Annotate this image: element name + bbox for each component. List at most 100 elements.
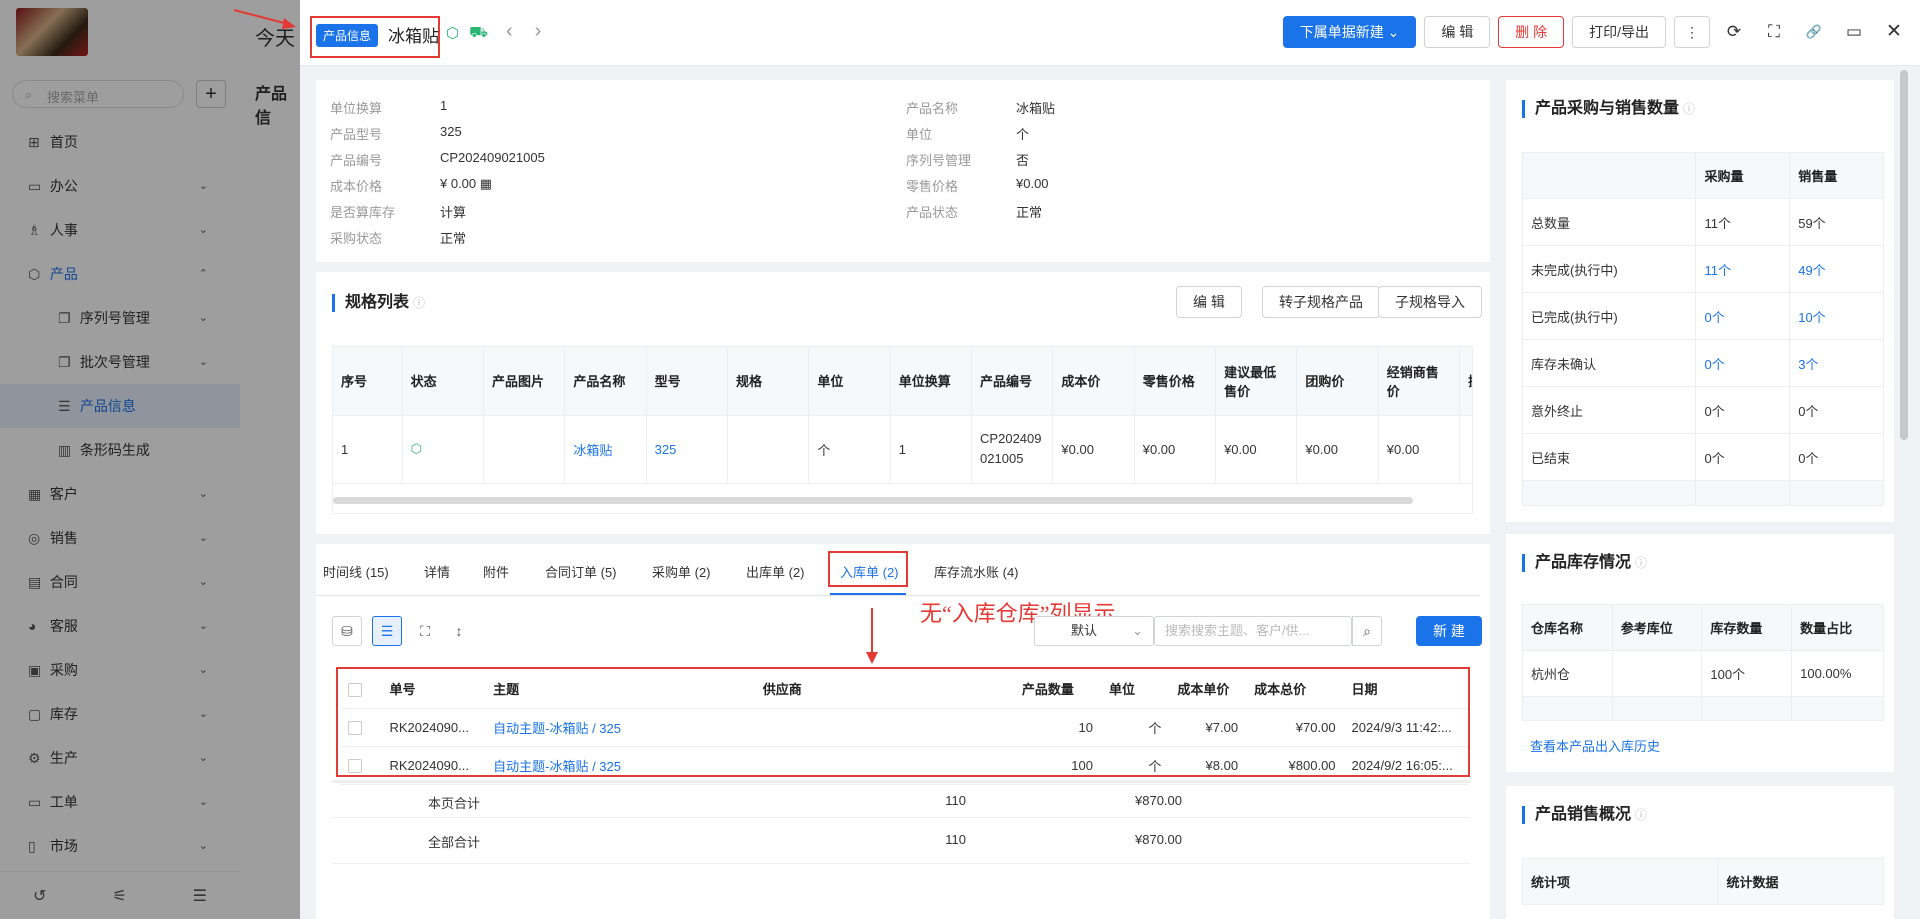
sidebar-item-service[interactable]: ◕ 客服 ⌄ (0, 604, 240, 648)
info-value: 冰箱贴 (1016, 101, 1056, 116)
tab-details[interactable]: 详情 (424, 562, 450, 581)
sidebar-item-product-info[interactable]: ☰ 产品信息 (0, 384, 240, 428)
more-icon[interactable]: ⋮ (1674, 16, 1710, 48)
history-icon[interactable]: ↺ (33, 886, 46, 906)
column-header: 产品名称 (564, 347, 647, 416)
subject-link[interactable]: 自动主题-冰箱贴 / 325 (485, 708, 755, 747)
settings-icon[interactable]: ⚟ (112, 886, 126, 906)
sales-overview-title-text: 产品销售概况 (1535, 806, 1632, 823)
tab-outbound[interactable]: 出库单 (2) (746, 562, 805, 581)
purchase-qty-link[interactable]: 0个 (1695, 292, 1791, 340)
purchase-qty-link[interactable]: 11个 (1695, 245, 1791, 293)
table-cell: 个 (1100, 708, 1170, 747)
new-inbound-button[interactable]: 新 建 (1416, 616, 1482, 646)
all-total-amount: ¥870.00 (1135, 832, 1182, 847)
refresh-icon[interactable]: ⟳ (1718, 16, 1750, 48)
column-header: 成本价 (1052, 347, 1135, 416)
sidebar-item-label: 产品 (49, 266, 78, 282)
info-value: 计算 (440, 205, 467, 220)
home-icon: ⊞ (28, 134, 40, 150)
search-input[interactable]: 搜索搜索主题、客户/供... (1154, 616, 1352, 646)
purchase-qty-link[interactable]: 0个 (1695, 339, 1791, 387)
product-name-link[interactable]: 冰箱贴 (564, 415, 647, 484)
spec-edit-button[interactable]: 编 辑 (1176, 286, 1242, 318)
sales-qty-link[interactable]: 10个 (1789, 292, 1884, 340)
table-cell: 59个 (1789, 198, 1884, 246)
sidebar-item-contract[interactable]: ▤ 合同 ⌄ (0, 560, 240, 604)
collapse-menu-icon[interactable]: ☰ (193, 886, 207, 906)
info-label: 序列号管理 (906, 153, 972, 168)
window-icon[interactable]: ▭ (1838, 16, 1870, 48)
select-all-checkbox[interactable] (348, 682, 362, 697)
subject-link[interactable]: 自动主题-冰箱贴 / 325 (485, 746, 755, 785)
table-row[interactable]: RK2024090... 自动主题-冰箱贴 / 325 100 个 ¥8.00 … (340, 746, 1468, 785)
sidebar-item-batch[interactable]: ❐ 批次号管理 ⌄ (0, 340, 240, 384)
help-icon: ⓘ (1635, 808, 1648, 822)
info-value: 1 (440, 98, 448, 113)
sidebar-item-sales[interactable]: ◎ 销售 ⌄ (0, 516, 240, 560)
sidebar-item-serial[interactable]: ❐ 序列号管理 ⌄ (0, 296, 240, 340)
table-cell: 杭州仓 (1522, 650, 1613, 697)
add-menu-button[interactable]: + (196, 80, 226, 108)
status-icon: ⬡ (402, 415, 484, 484)
delete-button[interactable]: 删 除 (1498, 16, 1565, 48)
table-cell (754, 746, 1014, 785)
spec-table: 序号 状态 产品图片 产品名称 型号 规格 单位 单位换算 产品编号 成本价 零… (333, 347, 1472, 484)
sidebar-item-product[interactable]: ⬡ 产品 ⌃ (0, 252, 240, 296)
contract-icon: ▤ (28, 574, 42, 590)
column-header: 产品数量 (1013, 670, 1101, 709)
table-row[interactable]: RK2024090... 自动主题-冰箱贴 / 325 10 个 ¥7.00 ¥… (340, 708, 1468, 747)
table-cell: CP202409021005 (971, 415, 1054, 484)
stock-history-link[interactable]: 查看本产品出入库历史 (1530, 736, 1660, 755)
table-cell: 意外终止 (1522, 386, 1697, 434)
export-icon[interactable]: ⛁ (332, 616, 362, 646)
close-icon[interactable]: ✕ (1878, 16, 1910, 48)
column-header: 单位 (1100, 670, 1170, 709)
row-checkbox[interactable] (348, 758, 362, 773)
link-icon[interactable]: 🔗 (1798, 16, 1830, 48)
print-export-button[interactable]: 打印/导出 (1572, 16, 1666, 48)
vertical-scrollbar[interactable] (1900, 70, 1908, 440)
sidebar-item-workorder[interactable]: ▭ 工单 ⌄ (0, 780, 240, 824)
sidebar-item-hr[interactable]: ♗ 人事 ⌄ (0, 208, 240, 252)
expand-icon[interactable]: ⛶ (410, 616, 440, 646)
active-tab-underline (830, 593, 906, 595)
sidebar-item-barcode[interactable]: ▥ 条形码生成 (0, 428, 240, 472)
row-height-icon[interactable]: ↕ (444, 616, 474, 646)
sales-qty-link[interactable]: 3个 (1789, 339, 1884, 387)
tab-stock-ledger[interactable]: 库存流水账 (4) (934, 562, 1019, 581)
edit-button[interactable]: 编 辑 (1424, 16, 1491, 48)
sidebar-item-inventory[interactable]: ▢ 库存 ⌄ (0, 692, 240, 736)
convert-spec-button[interactable]: 转子规格产品 (1262, 286, 1380, 318)
sidebar-item-office[interactable]: ▭ 办公 ⌄ (0, 164, 240, 208)
sidebar-item-customer[interactable]: ▦ 客户 ⌄ (0, 472, 240, 516)
tab-purchase-orders[interactable]: 采购单 (2) (652, 562, 711, 581)
tab-timeline[interactable]: 时间线 (15) (323, 562, 389, 581)
sidebar-item-home[interactable]: ⊞ 首页 (0, 120, 240, 164)
fullscreen-icon[interactable]: ⛶ (1758, 16, 1790, 48)
spec-import-button[interactable]: 子规格导入 (1378, 286, 1482, 318)
prev-record-icon[interactable]: ‹ (506, 21, 513, 43)
next-record-icon[interactable]: › (535, 21, 542, 43)
list-icon: ☰ (58, 398, 71, 414)
table-cell: ¥0.00 (1378, 415, 1461, 484)
sales-qty-link[interactable]: 49个 (1789, 245, 1884, 293)
tab-contracts[interactable]: 合同订单 (5) (545, 562, 617, 581)
sidebar-item-production[interactable]: ⚙ 生产 ⌄ (0, 736, 240, 780)
sidebar-item-market[interactable]: ▯ 市场 ⌄ (0, 824, 240, 868)
column-header: 销售量 (1789, 152, 1884, 199)
column-header: 成本单价 (1169, 670, 1247, 709)
subordinate-new-button[interactable]: 下属单据新建 ⌄ (1282, 16, 1417, 48)
table-row: 杭州仓 100个 100.00% (1522, 650, 1884, 697)
row-checkbox[interactable] (348, 720, 362, 735)
sidebar-item-label: 人事 (49, 222, 78, 238)
tab-attachments[interactable]: 附件 (483, 562, 509, 581)
sidebar-item-purchase[interactable]: ▣ 采购 ⌄ (0, 648, 240, 692)
model-link[interactable]: 325 (646, 415, 729, 484)
sort-select[interactable]: 默认 ⌄ (1034, 616, 1154, 646)
menu-search-input[interactable]: ⌕ 搜索菜单 (12, 80, 184, 108)
list-view-icon[interactable]: ☰ (372, 616, 402, 646)
horizontal-scrollbar[interactable] (333, 497, 1413, 504)
chevron-down-icon: ⌄ (198, 840, 208, 852)
search-icon[interactable]: ⌕ (1352, 616, 1382, 646)
